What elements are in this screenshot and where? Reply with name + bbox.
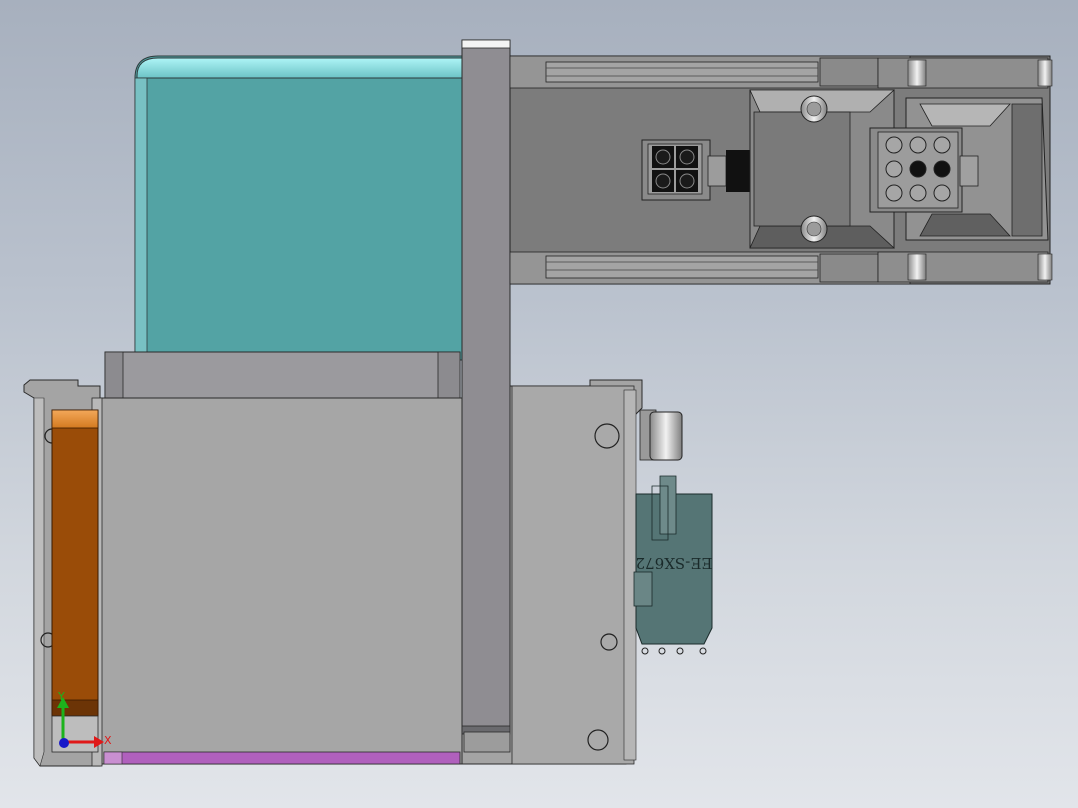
optical-sensor[interactable]: EE-SX672	[633, 475, 713, 655]
x-axis-label: X	[104, 734, 112, 747]
mounting-bracket[interactable]	[104, 351, 461, 401]
cad-viewport[interactable]: EE-SX672 Y X	[0, 0, 1078, 808]
side-knob[interactable]	[639, 409, 683, 461]
triad-origin	[59, 738, 69, 748]
y-axis-label: Y	[57, 690, 65, 703]
cad-model-drawing[interactable]: EE-SX672 Y X	[0, 0, 1078, 808]
sensor-model-label: EE-SX672	[636, 554, 713, 572]
motor-body[interactable]	[134, 55, 466, 361]
main-housing[interactable]	[23, 379, 643, 767]
connector-9pin[interactable]	[869, 127, 979, 213]
vertical-plate[interactable]	[461, 39, 511, 753]
